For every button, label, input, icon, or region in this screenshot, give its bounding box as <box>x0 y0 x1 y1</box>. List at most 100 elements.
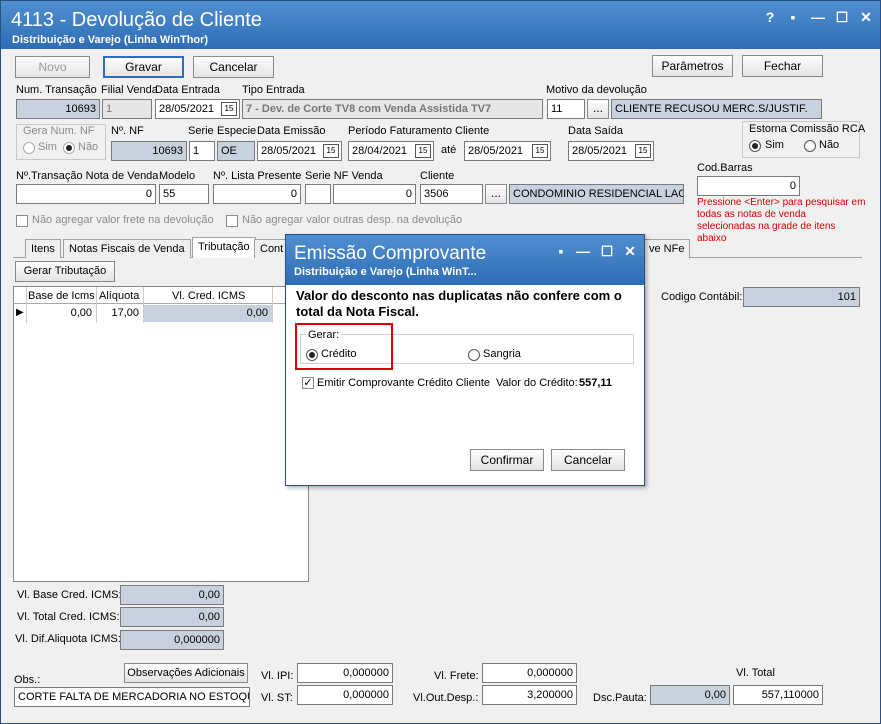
parametros-button[interactable]: Parâmetros <box>652 55 733 77</box>
cliente-search-button[interactable]: ... <box>485 184 507 204</box>
gera-nf-nao-label: Não <box>78 141 99 153</box>
help-icon[interactable]: ? <box>761 9 779 25</box>
data-saida-label: Data Saída <box>568 125 624 137</box>
nao-agregar-frete-checkbox[interactable] <box>16 215 28 227</box>
tab-tributacao[interactable]: Tributação <box>192 237 256 258</box>
motivo-desc-field: CLIENTE RECUSOU MERC.S/JUSTIF. <box>611 99 822 119</box>
dialog-subtitle: Distribuição e Varejo (Linha WinT... <box>294 266 477 278</box>
serie-field[interactable]: 1 <box>189 141 215 161</box>
dialog-cancelar-button[interactable]: Cancelar <box>551 449 625 471</box>
nao-agregar-frete-label: Não agregar valor frete na devolução <box>32 214 214 226</box>
dialog-title: Emissão Comprovante <box>294 243 487 264</box>
vl-ipi-field[interactable]: 0,000000 <box>297 663 393 683</box>
valor-credito-label: Valor do Crédito: <box>496 377 578 389</box>
cancelar-button[interactable]: Cancelar <box>193 56 274 78</box>
filial-venda-select[interactable]: 1 <box>102 99 152 119</box>
observacoes-button[interactable]: Observações Adicionais <box>124 663 248 683</box>
grid-col-vlcred: Vl. Cred. ICMS <box>172 290 246 302</box>
especie-field[interactable]: OE <box>217 141 255 161</box>
modelo-field[interactable]: 55 <box>159 184 209 204</box>
vl-out-field[interactable]: 3,200000 <box>482 685 577 705</box>
calendar-icon[interactable]: 15 <box>635 144 651 158</box>
estorna-sim-radio[interactable] <box>749 140 761 152</box>
serie-nf-field[interactable] <box>305 184 331 204</box>
maximize-icon[interactable]: ☐ <box>833 9 851 26</box>
table-cell[interactable]: 0,00 <box>144 305 272 322</box>
calendar-icon[interactable]: 15 <box>221 102 237 116</box>
vl-st-label: Vl. ST: <box>261 692 293 704</box>
table-cell[interactable]: 0,00 <box>27 305 96 322</box>
cod-barras-label: Cod.Barras <box>697 162 753 174</box>
vl-base-label: Vl. Base Cred. ICMS: <box>17 589 122 601</box>
calendar-icon[interactable]: 15 <box>415 144 431 158</box>
serie-nf-label: Serie NF Venda <box>305 170 383 182</box>
vl-total-cred-field: 0,00 <box>120 607 224 627</box>
gera-nf-sim-label: Sim <box>38 141 57 153</box>
obs-field[interactable]: CORTE FALTA DE MERCADORIA NO ESTOQUE <box>14 687 250 707</box>
estorna-sim-label: Sim <box>765 139 784 151</box>
valor-credito-value: 557,11 <box>579 377 613 389</box>
gera-nf-nao-radio[interactable] <box>63 142 75 154</box>
restore-icon[interactable]: ▪ <box>552 243 570 259</box>
nao-agregar-outras-checkbox[interactable] <box>226 215 238 227</box>
serie-nf-num-field[interactable]: 0 <box>333 184 416 204</box>
gera-nf-sim-radio[interactable] <box>23 142 35 154</box>
data-emissao-label: Data Emissão <box>257 125 326 137</box>
dsc-pauta-label: Dsc.Pauta: <box>593 692 647 704</box>
codigo-contabil-field[interactable]: 101 <box>743 287 860 307</box>
tab-contabil[interactable]: Cont <box>254 239 286 258</box>
fechar-button[interactable]: Fechar <box>742 55 823 77</box>
restore-icon[interactable]: ▪ <box>784 9 802 25</box>
minimize-icon[interactable]: — <box>574 243 592 259</box>
table-cell[interactable]: 17,00 <box>97 305 143 322</box>
estorna-nao-radio[interactable] <box>804 140 816 152</box>
transacao-nota-field[interactable]: 0 <box>16 184 156 204</box>
tab-nfe[interactable]: ve NFe <box>643 239 691 258</box>
cliente-name-field: CONDOMINIO RESIDENCIAL LAGOI <box>509 184 684 204</box>
novo-button[interactable]: Novo <box>15 56 90 78</box>
nao-agregar-outras-label: Não agregar valor outras desp. na devolu… <box>242 214 463 226</box>
tipo-entrada-select[interactable]: 7 - Dev. de Corte TV8 com Venda Assistid… <box>242 99 543 119</box>
vl-ipi-label: Vl. IPI: <box>261 670 294 682</box>
periodo-label: Período Faturamento Cliente <box>348 125 490 137</box>
estorna-nao-label: Não <box>819 139 840 151</box>
gravar-button[interactable]: Gravar <box>103 56 184 78</box>
vl-st-field[interactable]: 0,000000 <box>297 685 393 705</box>
vl-base-field: 0,00 <box>120 585 224 605</box>
gera-num-nf-label: Gera Num. NF <box>23 125 95 137</box>
emissao-comprovante-dialog: Emissão Comprovante Distribuição e Varej… <box>285 234 645 486</box>
cod-barras-field[interactable]: 0 <box>697 176 800 196</box>
vl-frete-field[interactable]: 0,000000 <box>482 663 577 683</box>
highlight-box <box>295 323 393 370</box>
transacao-nota-label: Nº.Transação Nota de Venda <box>16 170 159 182</box>
calendar-icon[interactable]: 15 <box>323 144 339 158</box>
lista-presente-field[interactable]: 0 <box>213 184 301 204</box>
obs-label: Obs.: <box>14 674 41 686</box>
emitir-comprovante-label: Emitir Comprovante Crédito Cliente <box>317 377 491 389</box>
motivo-search-button[interactable]: ... <box>587 99 609 119</box>
especie-label: Especie <box>217 125 257 137</box>
grid-col-base: Base de Icms <box>28 290 95 302</box>
minimize-icon[interactable]: — <box>809 9 827 25</box>
tab-itens[interactable]: Itens <box>25 239 61 258</box>
num-transacao-label: Num. Transação <box>16 84 97 96</box>
calendar-icon[interactable]: 15 <box>532 144 548 158</box>
close-icon[interactable]: ✕ <box>857 9 875 26</box>
num-transacao-field[interactable]: 10693 <box>16 99 100 119</box>
gerar-tributacao-button[interactable]: Gerar Tributação <box>15 261 115 282</box>
confirmar-button[interactable]: Confirmar <box>470 449 544 471</box>
close-icon[interactable]: ✕ <box>621 243 639 260</box>
num-nf-field[interactable]: 10693 <box>111 141 187 161</box>
codigo-contabil-label: Codigo Contábil: <box>661 291 743 303</box>
tab-notas-fiscais[interactable]: Notas Fiscais de Venda <box>63 239 191 258</box>
maximize-icon[interactable]: ☐ <box>598 243 616 260</box>
tributacao-grid: Base de Icms Alíquota Vl. Cred. ICMS ▶ 0… <box>13 286 309 582</box>
motivo-code-field[interactable]: 11 <box>547 99 585 119</box>
title-bar: 4113 - Devolução de Cliente Distribuição… <box>1 1 880 49</box>
estorna-label: Estorna Comissão RCA <box>749 123 866 135</box>
ate-label: até <box>441 144 457 156</box>
cliente-code-field[interactable]: 3506 <box>420 184 483 204</box>
dialog-title-bar: Emissão Comprovante Distribuição e Varej… <box>286 235 644 285</box>
emitir-comprovante-checkbox[interactable]: ✓ <box>302 377 314 389</box>
sangria-radio[interactable] <box>468 349 480 361</box>
